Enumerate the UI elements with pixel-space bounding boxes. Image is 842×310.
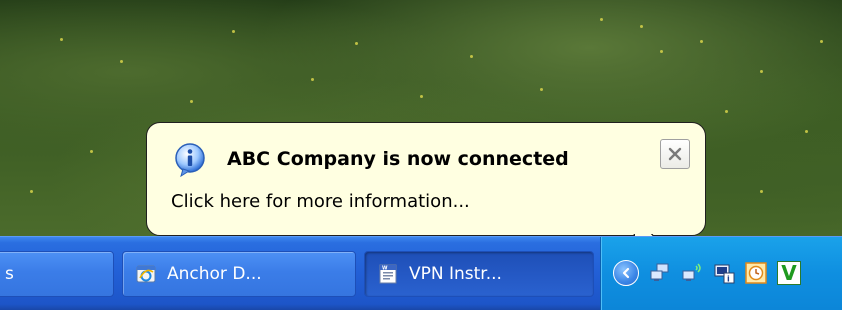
balloon-message[interactable]: Click here for more information... — [171, 191, 470, 212]
show-hidden-icons-button[interactable] — [613, 260, 639, 286]
antivirus-icon[interactable]: V — [777, 261, 801, 285]
clock-icon[interactable] — [745, 262, 767, 284]
network-info-icon[interactable]: i — [713, 262, 735, 284]
close-button[interactable] — [660, 139, 690, 169]
notification-balloon[interactable]: ABC Company is now connected Click here … — [146, 122, 706, 236]
taskbar-button-label: VPN Instr... — [409, 264, 502, 284]
word-document-icon: W — [379, 264, 397, 284]
taskbar: s Anchor D... W VPN Instr... i V — [0, 236, 842, 310]
wireless-network-icon[interactable] — [681, 262, 703, 284]
close-icon — [668, 147, 682, 161]
taskbar-button-anchor[interactable]: Anchor D... — [122, 251, 356, 297]
balloon-title: ABC Company is now connected — [227, 148, 569, 170]
info-icon — [175, 143, 205, 178]
taskbar-button-label: s — [5, 264, 14, 284]
taskbar-button-label: Anchor D... — [167, 264, 262, 284]
taskbar-button-vpn-instructions[interactable]: W VPN Instr... — [364, 251, 594, 297]
svg-text:W: W — [382, 266, 388, 272]
svg-text:i: i — [727, 275, 730, 284]
antivirus-letter: V — [781, 261, 797, 285]
taskbar-button-previous[interactable]: s — [0, 251, 114, 297]
network-connection-icon[interactable] — [649, 262, 671, 284]
chevron-left-icon — [622, 267, 630, 279]
internet-explorer-icon — [136, 265, 156, 283]
system-tray: i V — [600, 237, 842, 310]
